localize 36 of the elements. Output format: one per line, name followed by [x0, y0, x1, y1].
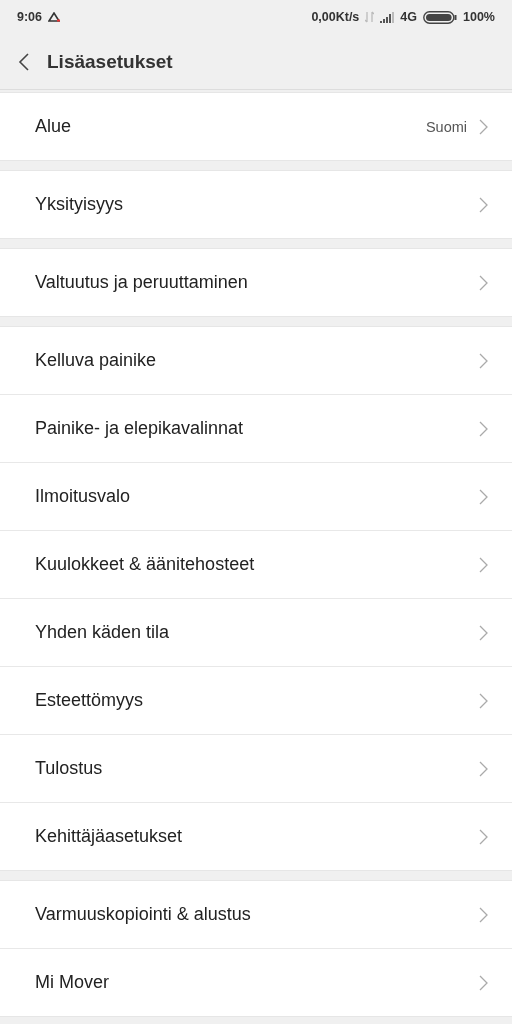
- chevron-icon: [479, 624, 488, 641]
- chevron-icon: [479, 118, 488, 135]
- chevron-icon: [479, 274, 488, 291]
- battery-percent: 100%: [463, 10, 495, 24]
- chevron-icon: [479, 760, 488, 777]
- settings-item[interactable]: Kehittäjäasetukset: [0, 802, 512, 870]
- settings-item[interactable]: Tulostus: [0, 734, 512, 802]
- network-speed: 0,00Kt/s: [311, 10, 360, 24]
- settings-item[interactable]: Yhden käden tila: [0, 598, 512, 666]
- chevron-icon: [479, 828, 488, 845]
- settings-item[interactable]: Valtuutus ja peruuttaminen: [0, 249, 512, 316]
- chevron-icon: [479, 196, 488, 213]
- chevron-icon: [479, 352, 488, 369]
- settings-item[interactable]: Esteettömyys: [0, 666, 512, 734]
- chevron-icon: [479, 692, 488, 709]
- settings-item[interactable]: Alue Suomi: [0, 93, 512, 160]
- app-icon: [48, 12, 61, 22]
- page-title: Lisäasetukset: [47, 50, 173, 73]
- settings-item[interactable]: Yksityisyys: [0, 171, 512, 238]
- battery-icon: [423, 10, 457, 24]
- settings-item[interactable]: Varmuuskopiointi & alustus: [0, 881, 512, 948]
- settings-item[interactable]: Mi Mover: [0, 948, 512, 1016]
- chevron-icon: [479, 488, 488, 505]
- chevron-icon: [479, 974, 488, 991]
- settings-item[interactable]: Kelluva painike: [0, 327, 512, 394]
- settings-item[interactable]: Kuulokkeet & äänitehosteet: [0, 530, 512, 598]
- signal-icon: [380, 11, 395, 23]
- settings-item[interactable]: Ilmoitusvalo: [0, 462, 512, 530]
- chevron-icon: [479, 556, 488, 573]
- data-arrows-icon: [365, 11, 375, 23]
- status-time: 9:06: [17, 10, 43, 24]
- settings-item[interactable]: Painike- ja elepikavalinnat: [0, 394, 512, 462]
- chevron-icon: [479, 906, 488, 923]
- network-type: 4G: [400, 10, 417, 24]
- back-icon[interactable]: [18, 52, 29, 71]
- chevron-icon: [479, 420, 488, 437]
